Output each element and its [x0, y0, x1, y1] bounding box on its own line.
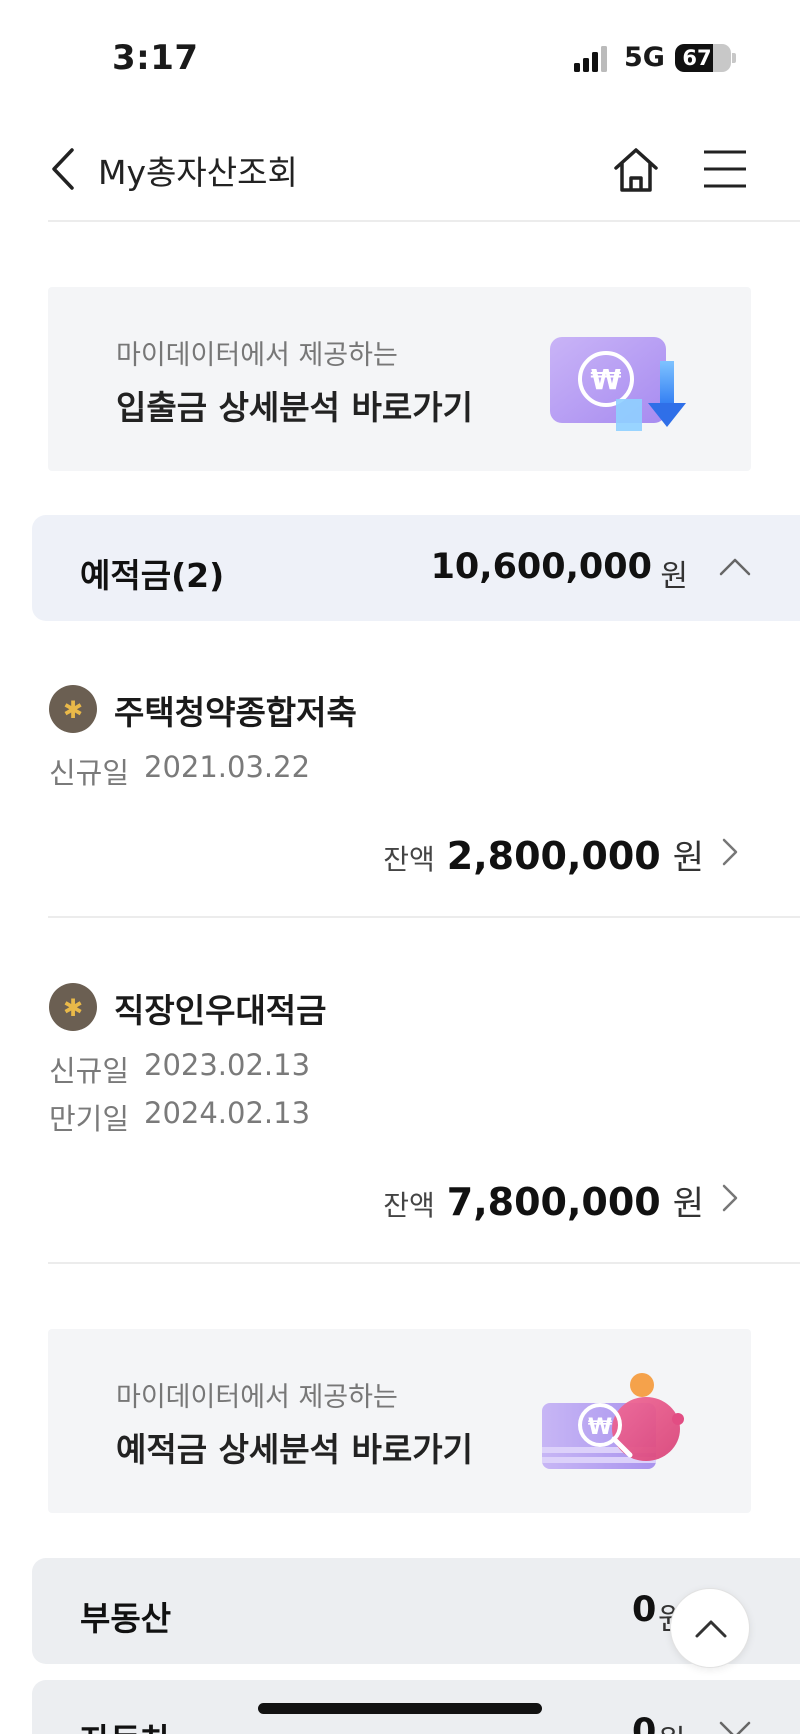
piggy-bank-search-illustration: ₩	[542, 1373, 684, 1469]
chevron-up-icon	[695, 1620, 727, 1638]
won-card-arrow-illustration: ₩	[550, 337, 686, 431]
section-label: 자동차	[80, 1714, 171, 1734]
page-title: My총자산조회	[98, 153, 298, 192]
account-item[interactable]: ✱ 직장인우대적금 신규일 2023.02.13 만기일 2024.02.13 …	[0, 958, 800, 1260]
balance-unit: 원	[672, 1184, 704, 1224]
section-unit: 원	[658, 1716, 686, 1734]
open-date-value: 2021.03.22	[144, 750, 311, 784]
balance-value: 2,800,000	[446, 834, 661, 878]
balance-value: 7,800,000	[446, 1180, 661, 1224]
transaction-analysis-banner[interactable]: 마이데이터에서 제공하는 입출금 상세분석 바로가기 ₩	[48, 287, 751, 471]
bank-logo-icon: ✱	[49, 983, 97, 1031]
app-screen: 3:17 5G 67 My총자산조회 마이데이터에서 제공하는 입출금 상세분석…	[0, 0, 800, 1734]
item-divider	[48, 916, 800, 918]
chevron-left-icon	[52, 148, 74, 190]
deposit-analysis-banner[interactable]: 마이데이터에서 제공하는 예적금 상세분석 바로가기 ₩	[48, 1329, 751, 1513]
maturity-date-value: 2024.02.13	[144, 1096, 311, 1130]
section-unit: 원	[660, 559, 688, 594]
account-name: 직장인우대적금	[114, 991, 327, 1030]
chevron-right-icon[interactable]	[720, 836, 740, 868]
section-label: 부동산	[80, 1599, 172, 1638]
section-amount: 0	[632, 1712, 657, 1734]
banner-subtitle: 마이데이터에서 제공하는	[116, 340, 398, 371]
balance-label: 잔액	[383, 1189, 435, 1222]
chevron-right-icon[interactable]	[720, 1182, 740, 1214]
bank-logo-icon: ✱	[49, 685, 97, 733]
open-date-label: 신규일	[49, 1054, 130, 1088]
header-divider	[48, 220, 800, 222]
balance-row: 잔액 2,800,000 원	[383, 830, 704, 879]
status-time: 3:17	[112, 38, 199, 78]
svg-text:₩: ₩	[591, 363, 622, 396]
hamburger-menu-icon	[704, 150, 746, 188]
chevron-down-icon[interactable]	[718, 1720, 752, 1734]
back-button[interactable]	[44, 144, 84, 194]
svg-text:✱: ✱	[63, 994, 83, 1022]
scroll-to-top-button[interactable]	[670, 1588, 750, 1668]
open-date-label: 신규일	[49, 756, 130, 790]
banner-title: 예적금 상세분석 바로가기	[116, 1430, 473, 1469]
open-date-value: 2023.02.13	[144, 1048, 311, 1082]
balance-unit: 원	[672, 838, 704, 878]
item-divider	[48, 1262, 800, 1264]
balance-label: 잔액	[383, 843, 435, 876]
battery-icon: 67	[675, 44, 731, 72]
maturity-date-label: 만기일	[49, 1102, 130, 1136]
network-label: 5G	[624, 42, 665, 73]
account-name: 주택청약종합저축	[114, 693, 357, 732]
deposits-section-header[interactable]: 예적금(2) 10,600,000 원	[32, 515, 800, 621]
svg-text:✱: ✱	[63, 696, 83, 724]
home-icon	[614, 148, 658, 192]
account-item[interactable]: ✱ 주택청약종합저축 신규일 2021.03.22 잔액 2,800,000 원	[0, 660, 800, 916]
star-logo-icon: ✱	[63, 994, 83, 1022]
home-indicator[interactable]	[258, 1703, 542, 1714]
section-amount: 10,600,000	[430, 547, 652, 587]
chevron-up-icon[interactable]	[718, 555, 752, 577]
balance-row: 잔액 7,800,000 원	[383, 1176, 704, 1225]
signal-icon	[574, 46, 612, 72]
battery-tip	[732, 53, 736, 63]
home-button[interactable]	[610, 144, 662, 196]
banner-title: 입출금 상세분석 바로가기	[116, 388, 473, 427]
section-amount: 0	[632, 1590, 657, 1630]
battery-percent: 67	[682, 46, 712, 70]
svg-text:₩: ₩	[588, 1415, 612, 1440]
section-label: 예적금(2)	[80, 556, 225, 595]
menu-button[interactable]	[702, 148, 748, 190]
star-logo-icon: ✱	[63, 696, 83, 724]
banner-subtitle: 마이데이터에서 제공하는	[116, 1382, 398, 1413]
